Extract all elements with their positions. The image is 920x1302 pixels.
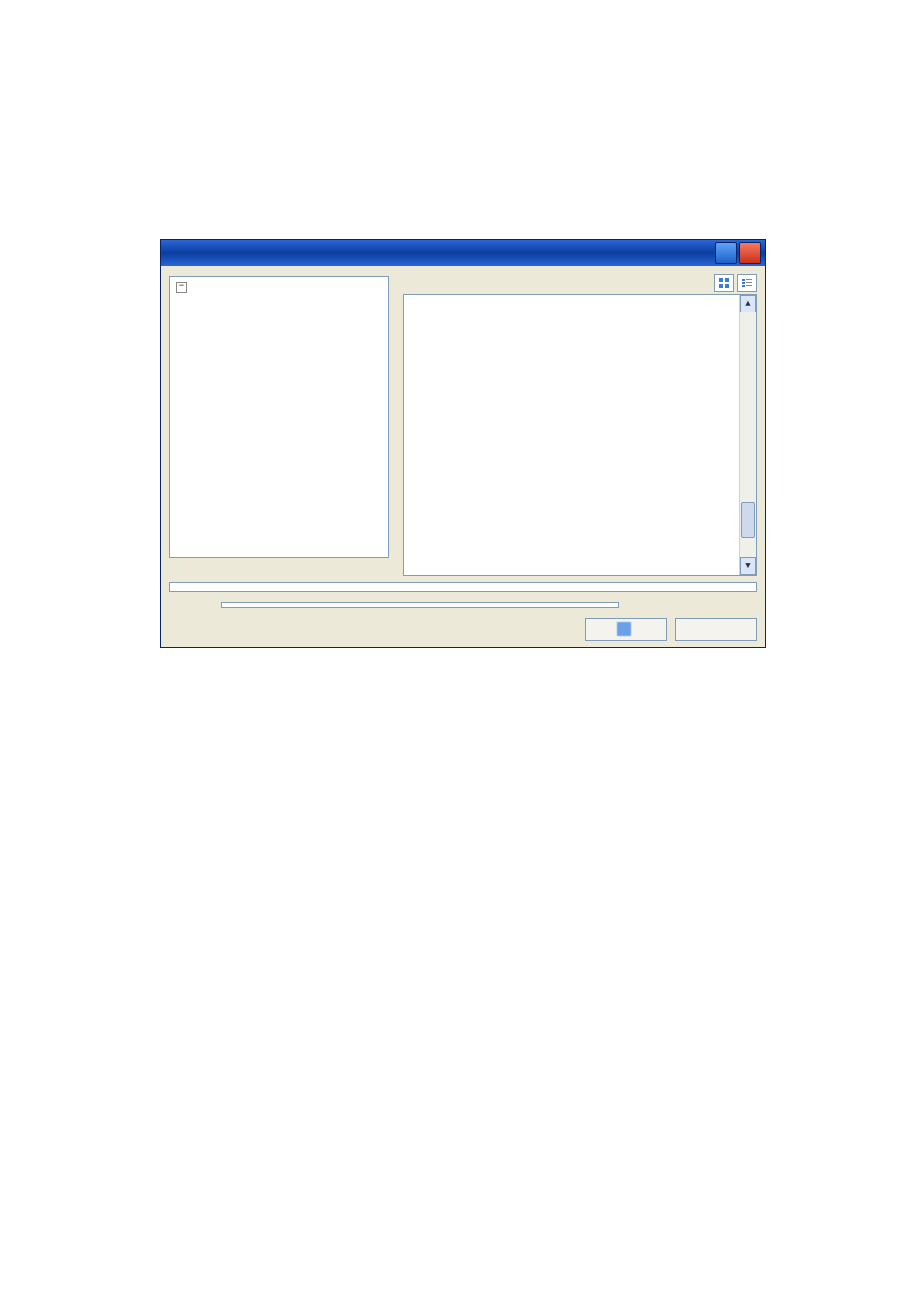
tree-collapse-icon[interactable]: − bbox=[176, 282, 187, 293]
section-paragraph bbox=[120, 178, 800, 209]
small-icons-view-button[interactable] bbox=[737, 274, 757, 292]
large-icons-view-button[interactable] bbox=[714, 274, 734, 292]
scroll-down-icon[interactable]: ▼ bbox=[740, 557, 756, 575]
add-button[interactable] bbox=[585, 618, 667, 641]
scroll-thumb[interactable] bbox=[741, 502, 755, 538]
templates-scrollbar[interactable]: ▲ ▼ bbox=[739, 295, 756, 575]
code-block bbox=[120, 100, 800, 138]
cancel-button[interactable] bbox=[675, 618, 757, 641]
scroll-up-icon[interactable]: ▲ bbox=[740, 295, 756, 313]
add-new-item-dialog: − bbox=[160, 239, 766, 648]
templates-list[interactable]: ▲ ▼ bbox=[403, 294, 757, 576]
name-input[interactable] bbox=[221, 602, 619, 608]
close-button[interactable] bbox=[739, 242, 761, 264]
help-button[interactable] bbox=[715, 242, 737, 264]
categories-tree[interactable]: − bbox=[169, 276, 389, 558]
template-description bbox=[169, 582, 757, 592]
dialog-titlebar[interactable] bbox=[161, 240, 765, 266]
